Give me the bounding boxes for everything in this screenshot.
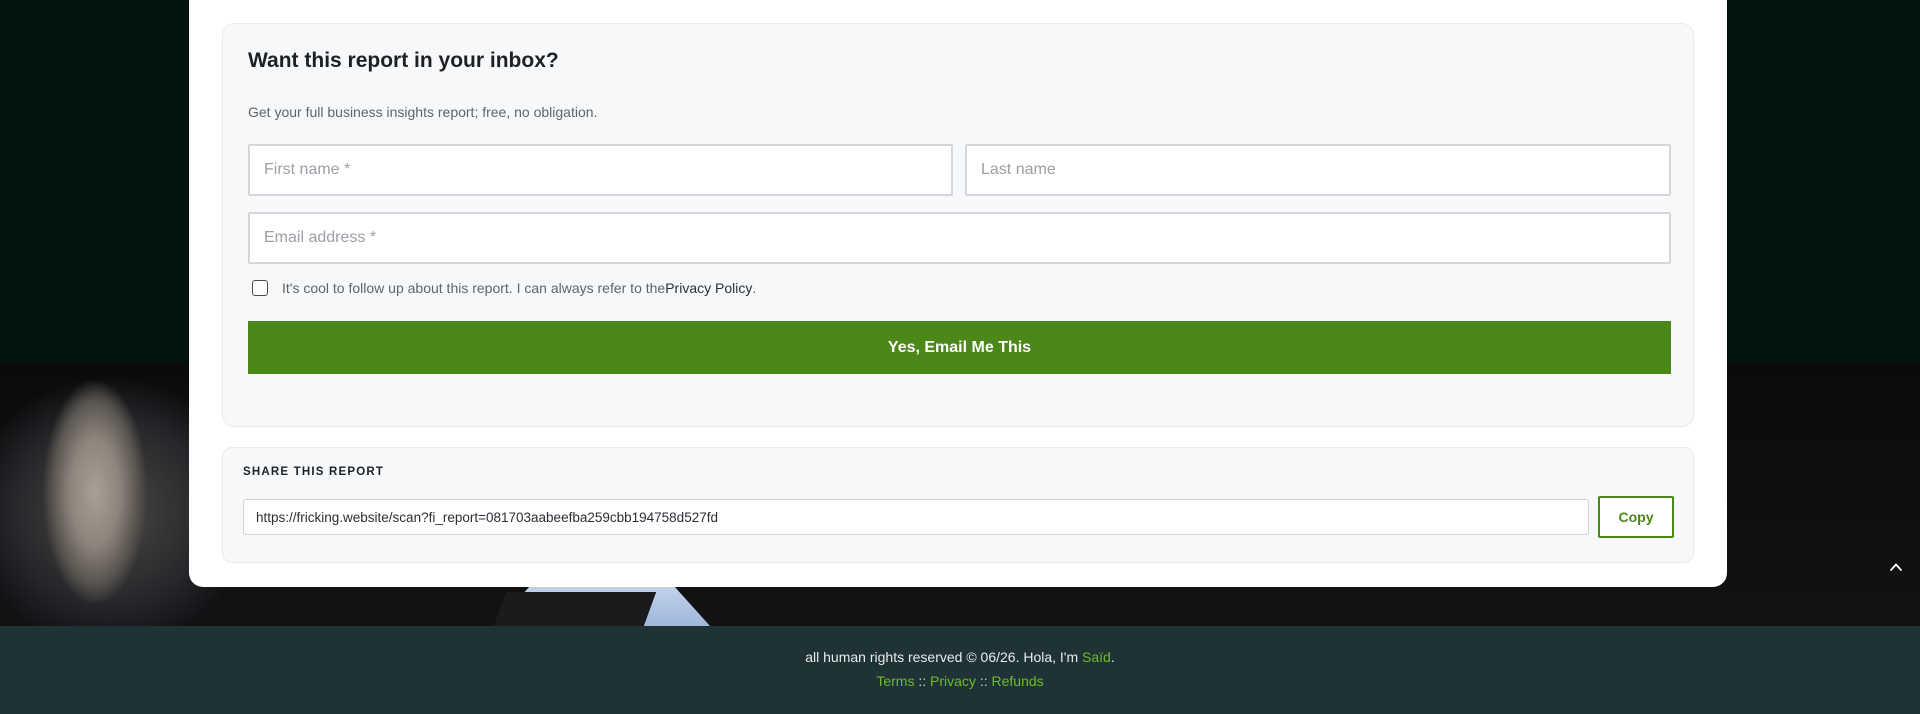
email-report-form: Want this report in your inbox? Get your… <box>222 23 1694 427</box>
consent-row: It's cool to follow up about this report… <box>252 280 756 296</box>
share-label: SHARE THIS REPORT <box>243 466 385 478</box>
last-name-input[interactable] <box>965 144 1671 196</box>
share-report-section: SHARE THIS REPORT Copy <box>222 447 1694 563</box>
chevron-up-icon <box>1890 563 1902 571</box>
report-card: Want this report in your inbox? Get your… <box>189 0 1727 587</box>
footer: all human rights reserved © 06/26. Hola,… <box>0 626 1920 714</box>
email-me-button[interactable]: Yes, Email Me This <box>248 321 1671 374</box>
footer-links: Terms :: Privacy :: Refunds <box>0 673 1920 689</box>
consent-text: It's cool to follow up about this report… <box>282 280 666 296</box>
footer-separator: :: <box>979 673 988 689</box>
form-title: Want this report in your inbox? <box>248 49 559 72</box>
consent-end: . <box>752 280 757 296</box>
copy-button[interactable]: Copy <box>1598 496 1674 538</box>
privacy-policy-link[interactable]: Privacy Policy <box>665 280 752 296</box>
form-subtitle: Get your full business insights report; … <box>248 104 598 120</box>
author-link[interactable]: Saïd <box>1082 649 1111 665</box>
footer-link-privacy[interactable]: Privacy <box>930 673 976 689</box>
first-name-input[interactable] <box>248 144 953 196</box>
scroll-to-top-button[interactable] <box>1884 558 1908 582</box>
footer-separator: :: <box>918 673 927 689</box>
background-beam <box>493 592 657 626</box>
footer-rights: all human rights reserved © 06/26. Hola,… <box>0 649 1920 665</box>
consent-checkbox[interactable] <box>252 280 268 296</box>
footer-link-terms[interactable]: Terms <box>876 673 914 689</box>
footer-rights-end: . <box>1110 649 1115 665</box>
share-url-input[interactable] <box>243 499 1589 535</box>
footer-rights-text: all human rights reserved © 06/26. Hola,… <box>805 649 1083 665</box>
email-input[interactable] <box>248 212 1671 264</box>
footer-link-refunds[interactable]: Refunds <box>992 673 1044 689</box>
